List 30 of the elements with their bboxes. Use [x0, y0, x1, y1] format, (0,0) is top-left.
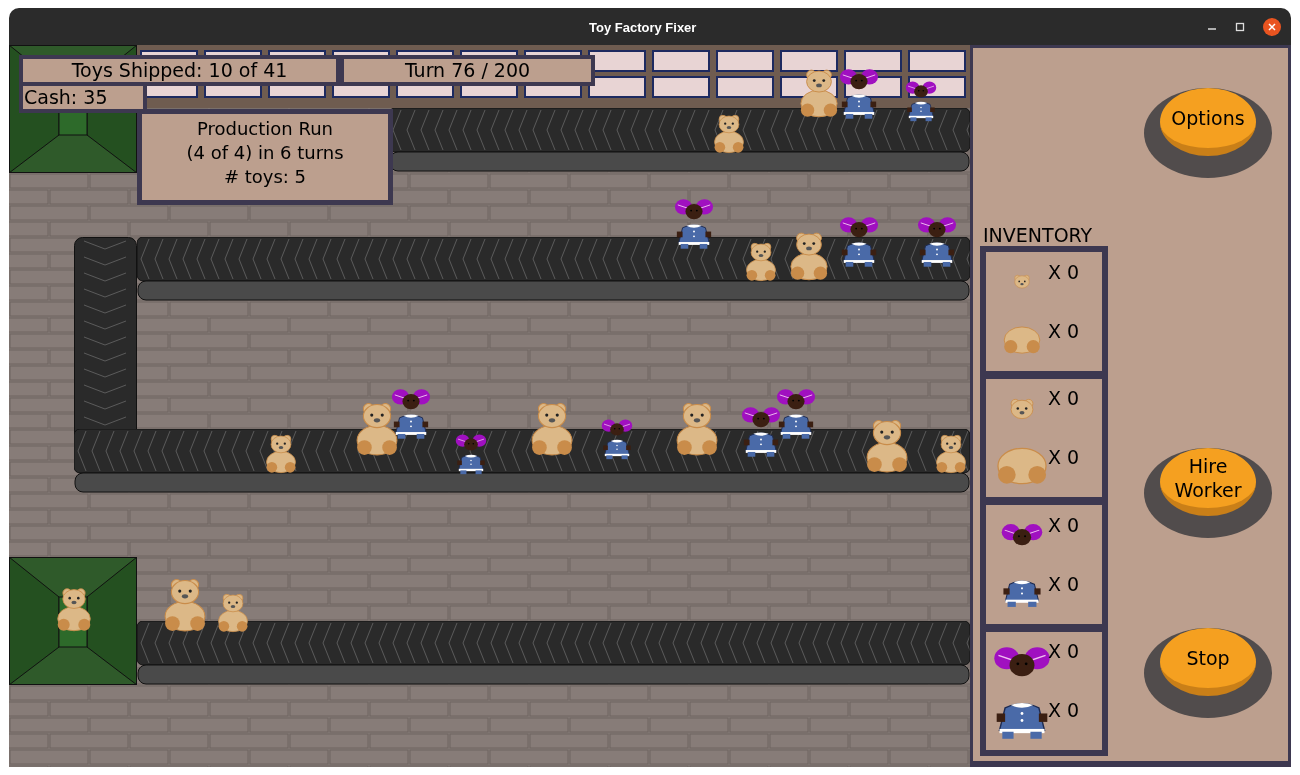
- game-button[interactable]: Hire Worker: [1160, 448, 1256, 516]
- item-count: X 0: [1048, 571, 1080, 597]
- production-run-title: Production Run: [197, 117, 333, 141]
- bear-body-icon: [1002, 325, 1042, 356]
- doll-head-icon: [1000, 521, 1044, 548]
- maximize-icon[interactable]: [1235, 21, 1245, 32]
- doll-drawing: [839, 214, 879, 268]
- production-toy-count: # toys: 5: [223, 165, 307, 189]
- item-count: X 0: [1048, 639, 1080, 665]
- toys-shipped-label: Toys Shipped: 10 of 41: [19, 55, 340, 86]
- doll-drawing: [776, 386, 816, 440]
- inventory-heading: INVENTORY: [983, 223, 1093, 248]
- turn-counter: Turn 76 / 200: [340, 55, 595, 86]
- teddy-bear-drawing: [56, 585, 92, 634]
- item-count: X 0: [1048, 445, 1080, 471]
- item-count: X 0: [1048, 259, 1080, 285]
- doll-drawing: [839, 66, 879, 120]
- doll-drawing: [674, 196, 714, 250]
- item-count: X 0: [1048, 698, 1080, 724]
- doll-drawing: [917, 214, 957, 268]
- production-run-info: (4 of 4) in 6 turns: [186, 141, 344, 165]
- close-icon[interactable]: [1263, 17, 1281, 36]
- game-button[interactable]: Options: [1160, 88, 1256, 156]
- item-count: X 0: [1048, 318, 1080, 344]
- doll-drawing: [741, 404, 781, 458]
- item-count: X 0: [1048, 386, 1080, 412]
- window-title: Toy Factory Fixer: [589, 19, 697, 37]
- game-button[interactable]: Stop: [1160, 628, 1256, 696]
- item-count: X 0: [1048, 512, 1080, 538]
- doll-drawing: [391, 386, 431, 440]
